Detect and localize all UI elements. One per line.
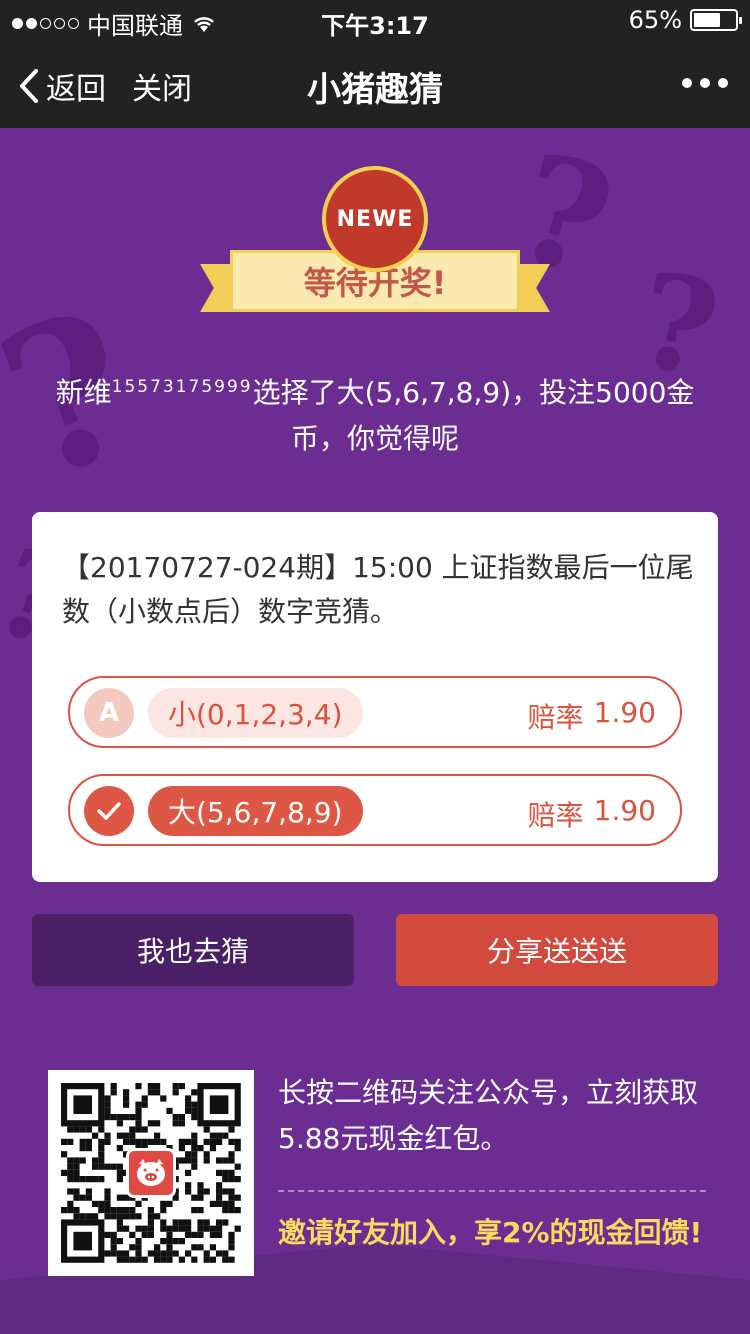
newe-logo: NEWE [322, 166, 428, 272]
odds-label: 赔率 [527, 799, 584, 832]
invite-promo: 邀请好友加入，享2%的现金回馈! [278, 1216, 703, 1249]
share-button[interactable]: 分享送送送 [396, 914, 718, 986]
question-text: 【20170727-024期】15:00 上证指数最后一位尾数（小数点后）数字竞… [62, 551, 694, 628]
qr-code[interactable] [48, 1070, 254, 1276]
bet-detail: 选择了大(5,6,7,8,9)，投注5000金币，你觉得呢 [252, 376, 695, 455]
odds-value: 1.90 [593, 696, 656, 729]
odds-label: 赔率 [527, 701, 584, 734]
guess-button[interactable]: 我也去猜 [32, 914, 354, 986]
follow-instruction: 长按二维码关注公众号，立刻获取5.88元现金红包。 [278, 1076, 699, 1155]
option-label: 大(5,6,7,8,9) [148, 786, 363, 836]
status-bar: 中国联通 下午3:17 65% [0, 0, 750, 40]
user-id: 15573175999 [111, 377, 253, 397]
dashed-divider [278, 1190, 706, 1192]
page-title: 小猪趣猜 [307, 70, 443, 110]
option-odds: 赔率 1.90 [528, 696, 656, 736]
option-odds: 赔率 1.90 [528, 794, 656, 834]
battery-fill [694, 13, 720, 27]
question-card: 【20170727-024期】15:00 上证指数最后一位尾数（小数点后）数字竞… [32, 512, 718, 882]
option-big[interactable]: 大(5,6,7,8,9) 赔率 1.90 [68, 774, 682, 846]
user-name: 新维 [55, 376, 112, 409]
more-icon[interactable] [682, 78, 728, 88]
battery-icon [690, 9, 742, 31]
status-right: 65% [628, 6, 742, 34]
nav-bar: 返回 关闭 小猪趣猜 [0, 40, 750, 128]
option-label: 小(0,1,2,3,4) [148, 688, 363, 738]
bet-description: 新维15573175999选择了大(5,6,7,8,9)，投注5000金币，你觉… [30, 364, 720, 462]
option-small[interactable]: A 小(0,1,2,3,4) 赔率 1.90 [68, 676, 682, 748]
pig-logo-icon [126, 1148, 176, 1198]
odds-value: 1.90 [593, 794, 656, 827]
checkmark-icon [84, 786, 134, 836]
battery-percent: 65% [628, 6, 682, 34]
option-marker-a: A [84, 688, 134, 738]
